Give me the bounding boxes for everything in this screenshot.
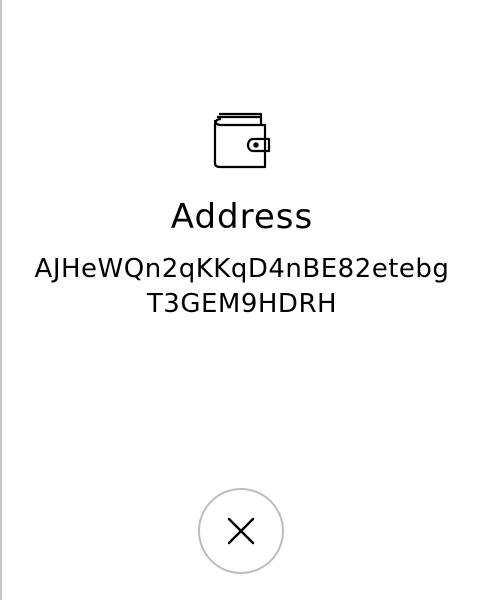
close-icon: [226, 516, 256, 546]
close-button[interactable]: [198, 488, 284, 574]
address-dialog: Address AJHeWQn2qKKqD4nBE82etebgT3GEM9HD…: [0, 0, 480, 600]
wallet-icon: [211, 111, 273, 169]
dialog-title: Address: [170, 197, 314, 237]
wallet-address: AJHeWQn2qKKqD4nBE82etebgT3GEM9HDRH: [34, 254, 450, 319]
